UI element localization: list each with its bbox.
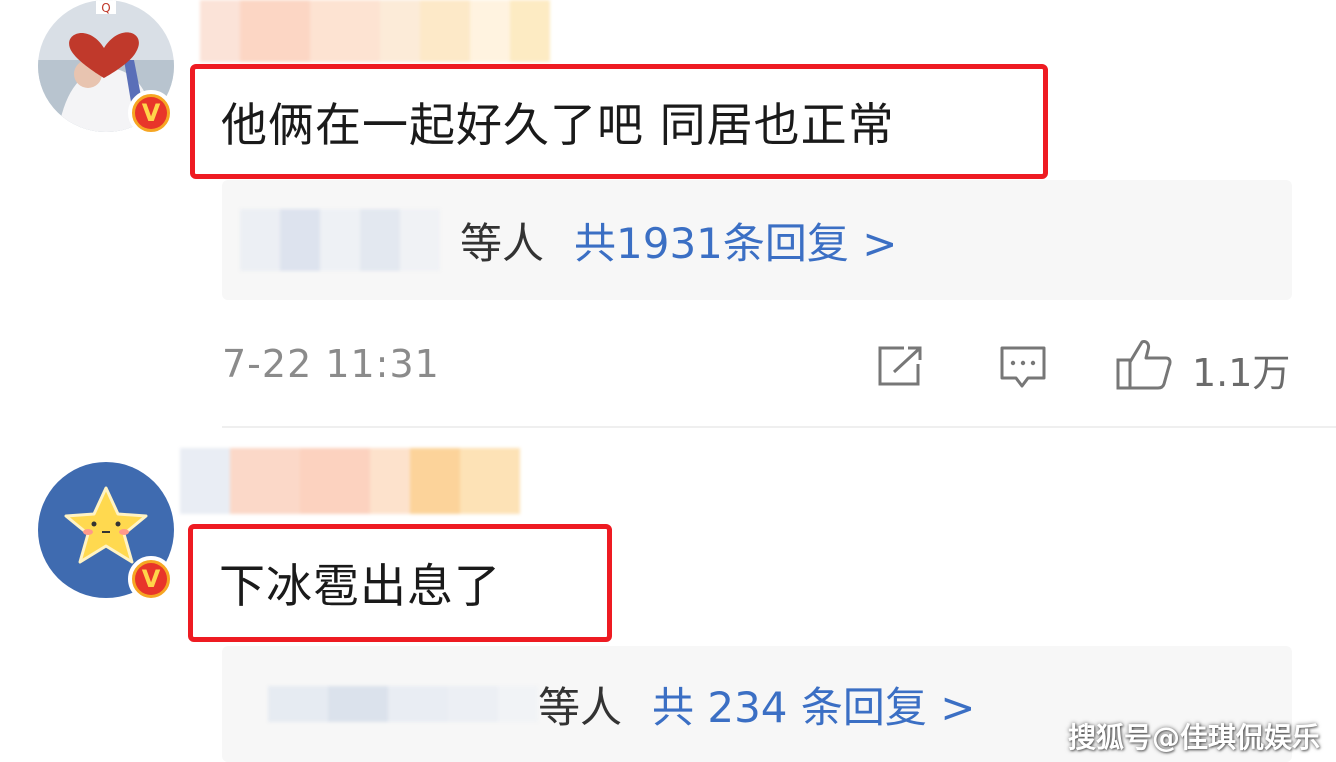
- comment-timestamp: 7-22 11:31: [222, 342, 440, 386]
- watermark: 搜狐号@佳琪侃娱乐: [1068, 721, 1321, 754]
- reply-count-link[interactable]: 共 234 条回复 >: [652, 674, 975, 735]
- verified-badge-icon: V: [128, 90, 174, 136]
- comment-text: 他俩在一起好久了吧 同居也正常: [221, 97, 895, 152]
- thumbs-up-icon[interactable]: [1114, 336, 1174, 392]
- reply-count-link[interactable]: 共1931条回复 >: [574, 210, 897, 271]
- comment-highlight-box: 下冰雹出息了: [188, 524, 612, 642]
- verified-badge-icon: V: [128, 556, 174, 602]
- replies-summary[interactable]: 等人 共1931条回复 >: [222, 180, 1292, 300]
- comment-text: 下冰雹出息了: [219, 559, 501, 613]
- comment-icon[interactable]: [996, 342, 1050, 390]
- reply-users-mosaic: [240, 209, 460, 271]
- comment-highlight-box: 他俩在一起好久了吧 同居也正常: [190, 64, 1048, 179]
- svg-text:Q: Q: [101, 1, 110, 15]
- reply-users-suffix: 等人: [460, 218, 545, 268]
- username-mosaic: [200, 0, 550, 62]
- comment-divider: [222, 426, 1336, 428]
- username-mosaic: [180, 448, 520, 514]
- reply-users-mosaic: [268, 686, 538, 722]
- like-count: 1.1万: [1192, 351, 1291, 395]
- share-icon[interactable]: [874, 342, 928, 390]
- reply-users-suffix: 等人: [538, 682, 623, 732]
